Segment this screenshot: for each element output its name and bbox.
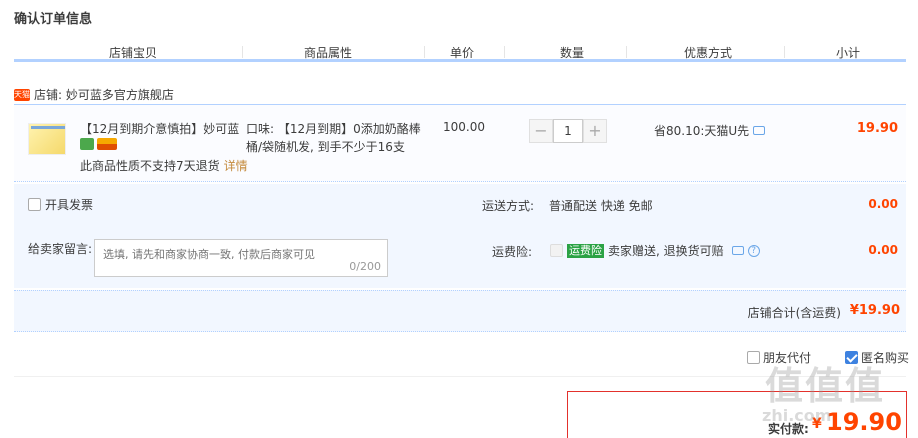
quantity-input[interactable]: 1 [553,119,583,143]
shipping-method: 普通配送 快递 免邮 [549,199,653,213]
service-badges [80,138,117,150]
attr-line: 桶/袋随机发, 到手不少于16支 [246,140,405,154]
friend-pay-checkbox[interactable] [747,351,760,364]
help-icon[interactable]: ? [747,244,760,257]
insurance-tag: 运费险 [567,243,604,258]
decrease-button[interactable]: − [529,119,553,143]
invoice-label: 开具发票 [45,198,94,212]
attr-line: 口味: 【12月到期】0添加奶酪棒 [246,122,421,136]
col-divider [626,46,627,58]
watermark-logo: 值值值 [765,364,886,408]
shop-total-label: 店铺合计(含运费) [747,306,841,320]
insurance-label: 运费险: [492,245,533,259]
quantity-stepper: − 1 + [529,119,607,143]
col-divider [784,46,785,58]
col-price: 单价 [450,46,475,60]
chat-icon[interactable] [731,246,744,255]
message-char-count: 0/200 [349,260,381,273]
invoice-option[interactable]: 开具发票 [28,196,93,213]
col-shop-item: 店铺宝贝 [109,46,158,60]
insurance-fee: 0.00 [868,243,898,257]
item-subtotal: 19.90 [856,121,898,136]
no-refund-text: 此商品性质不支持7天退货 [80,159,220,173]
discount-text: 省80.10:天猫U先 [654,124,750,138]
message-input[interactable] [103,246,373,262]
col-divider [242,46,243,58]
chat-icon[interactable] [753,126,766,135]
shop-total-row: 店铺合计(含运费) ¥19.90 [14,290,906,332]
insurance-text: 卖家赠送, 退换货可赔 [608,244,724,258]
payable-amount: 19.90 [826,408,902,436]
page-title: 确认订单信息 [14,12,93,27]
col-discount: 优惠方式 [684,46,733,60]
col-divider [424,46,425,58]
column-header: 店铺宝贝 商品属性 单价 数量 优惠方式 小计 [14,44,906,62]
discount-info: 省80.10:天猫U先 [654,122,766,139]
insurance-info: 运费险 卖家赠送, 退换货可赔 ? [550,242,760,259]
unit-price: 100.00 [443,120,485,134]
guarantee-icon[interactable] [80,138,94,150]
product-attributes: 口味: 【12月到期】0添加奶酪棒 桶/袋随机发, 到手不少于16支 [246,120,426,156]
order-item-row: 【12月到期介意慎拍】妙可蓝... 此商品性质不支持7天退货 详情 口味: 【12… [14,104,906,182]
no-refund-notice: 此商品性质不支持7天退货 详情 [80,157,248,174]
product-thumbnail[interactable] [28,123,66,155]
shipping-label: 运送方式: [482,199,535,213]
invoice-checkbox[interactable] [28,198,41,211]
order-options: 开具发票 给卖家留言: 0/200 运送方式: 普通配送 快递 免邮 0.00 … [14,184,906,288]
col-subtotal: 小计 [836,46,861,60]
product-name[interactable]: 【12月到期介意慎拍】妙可蓝... [80,120,240,137]
shop-header: 天猫 店铺: 妙可蓝多官方旗舰店 [14,86,174,103]
insurance-checkbox [550,244,563,257]
message-label: 给卖家留言: [28,242,93,256]
increase-button[interactable]: + [583,119,607,143]
tmall-shop-icon: 天猫 [14,88,30,101]
shop-name[interactable]: 店铺: 妙可蓝多官方旗舰店 [34,86,174,103]
credit-card-icon[interactable] [97,138,117,150]
col-quantity: 数量 [560,46,585,60]
watermark-url: zhi.com [762,406,832,425]
col-divider [504,46,505,58]
details-link[interactable]: 详情 [224,159,248,173]
shop-total-value: ¥19.90 [849,303,900,318]
shipping-fee: 0.00 [868,197,898,211]
message-box[interactable]: 0/200 [94,239,388,277]
col-attributes: 商品属性 [304,46,353,60]
